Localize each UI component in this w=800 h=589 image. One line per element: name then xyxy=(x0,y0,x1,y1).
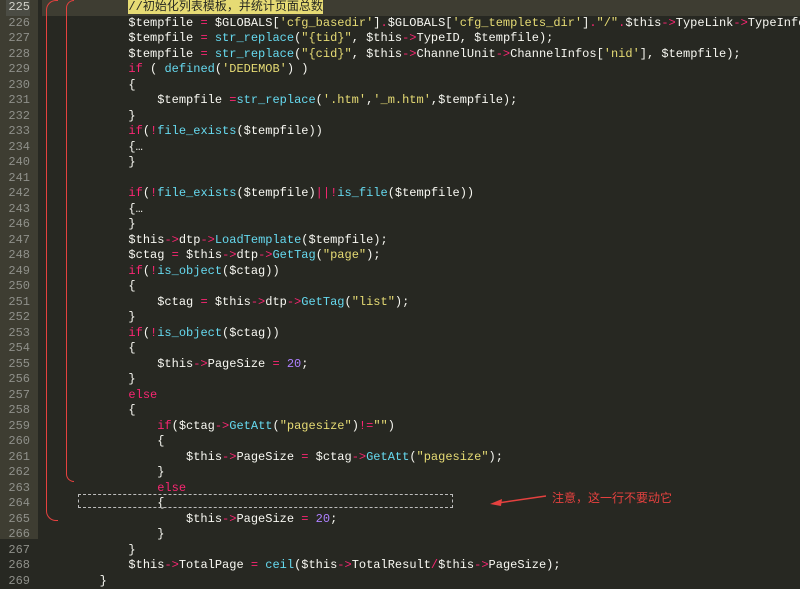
line-number-gutter: 2252262272282292302312322332342402412422… xyxy=(0,0,38,539)
line-number: 262 xyxy=(6,465,30,481)
code-line[interactable]: if(!file_exists($tempfile)||!is_file($te… xyxy=(42,186,800,202)
code-line[interactable]: } xyxy=(42,465,800,481)
line-number: 258 xyxy=(6,403,30,419)
line-number: 243 xyxy=(6,202,30,218)
code-line[interactable]: { xyxy=(42,279,800,295)
annotation-text: 注意，这一行不要动它 xyxy=(552,490,672,508)
code-line[interactable]: } xyxy=(42,543,800,559)
code-line[interactable]: { xyxy=(42,78,800,94)
code-line[interactable]: if ( defined('DEDEMOB') ) xyxy=(42,62,800,78)
line-number: 228 xyxy=(6,47,30,63)
line-number: 240 xyxy=(6,155,30,171)
line-number: 265 xyxy=(6,512,30,528)
arrow-left-icon xyxy=(490,492,546,506)
line-number: 252 xyxy=(6,310,30,326)
code-line[interactable]: $this->PageSize = 20; xyxy=(42,357,800,373)
line-number: 253 xyxy=(6,326,30,342)
code-line[interactable]: } xyxy=(42,310,800,326)
line-number: 264 xyxy=(6,496,30,512)
code-line[interactable]: $tempfile = str_replace("{tid}", $this->… xyxy=(42,31,800,47)
code-line[interactable]: $ctag = $this->dtp->GetTag("list"); xyxy=(42,295,800,311)
bracket-outline-outer xyxy=(46,0,58,521)
line-number: 242 xyxy=(6,186,30,202)
line-number: 230 xyxy=(6,78,30,94)
line-number: 229 xyxy=(6,62,30,78)
code-line[interactable]: { xyxy=(42,403,800,419)
code-line[interactable]: if(!is_object($ctag)) xyxy=(42,326,800,342)
code-line[interactable]: {… xyxy=(42,202,800,218)
code-line[interactable] xyxy=(42,171,800,187)
line-number: 260 xyxy=(6,434,30,450)
code-line[interactable]: } xyxy=(42,372,800,388)
line-number: 259 xyxy=(6,419,30,435)
line-number: 248 xyxy=(6,248,30,264)
line-number: 249 xyxy=(6,264,30,280)
code-line[interactable]: if($ctag->GetAtt("pagesize")!="") xyxy=(42,419,800,435)
line-number: 246 xyxy=(6,217,30,233)
line-number: 233 xyxy=(6,124,30,140)
code-line[interactable]: { xyxy=(42,341,800,357)
line-number: 247 xyxy=(6,233,30,249)
code-line[interactable]: $this->TotalPage = ceil($this->TotalResu… xyxy=(42,558,800,574)
code-line[interactable]: //初始化列表模板，并统计页面总数 xyxy=(42,0,800,16)
line-number: 266 xyxy=(6,527,30,543)
line-number: 269 xyxy=(6,574,30,589)
code-line[interactable]: if(!file_exists($tempfile)) xyxy=(42,124,800,140)
code-line[interactable]: } xyxy=(42,574,800,589)
code-line[interactable]: $tempfile =str_replace('.htm','_m.htm',$… xyxy=(42,93,800,109)
code-line[interactable]: $tempfile = str_replace("{cid}", $this->… xyxy=(42,47,800,63)
line-number: 226 xyxy=(6,16,30,32)
line-number: 263 xyxy=(6,481,30,497)
line-number: 231 xyxy=(6,93,30,109)
code-line[interactable]: {… xyxy=(42,140,800,156)
line-number: 225 xyxy=(6,0,30,16)
code-line[interactable]: $tempfile = $GLOBALS['cfg_basedir'].$GLO… xyxy=(42,16,800,32)
code-line[interactable]: $this->PageSize = 20; xyxy=(42,512,800,528)
line-number: 250 xyxy=(6,279,30,295)
selection-box xyxy=(78,494,453,508)
line-number: 257 xyxy=(6,388,30,404)
line-number: 261 xyxy=(6,450,30,466)
line-number: 232 xyxy=(6,109,30,125)
line-number: 256 xyxy=(6,372,30,388)
code-line[interactable]: $this->PageSize = $ctag->GetAtt("pagesiz… xyxy=(42,450,800,466)
code-line[interactable]: } xyxy=(42,155,800,171)
line-number: 254 xyxy=(6,341,30,357)
code-line[interactable]: } xyxy=(42,217,800,233)
line-number: 241 xyxy=(6,171,30,187)
code-line[interactable]: { xyxy=(42,434,800,450)
code-line[interactable]: $ctag = $this->dtp->GetTag("page"); xyxy=(42,248,800,264)
bracket-outline-inner xyxy=(66,0,74,482)
code-line[interactable]: else xyxy=(42,388,800,404)
code-area[interactable]: //初始化列表模板，并统计页面总数 $tempfile = $GLOBALS['… xyxy=(38,0,800,539)
line-number: 234 xyxy=(6,140,30,156)
line-number: 268 xyxy=(6,558,30,574)
line-number: 251 xyxy=(6,295,30,311)
line-number: 267 xyxy=(6,543,30,559)
line-number: 227 xyxy=(6,31,30,47)
code-editor[interactable]: 2252262272282292302312322332342402412422… xyxy=(0,0,800,539)
annotation-note: 注意，这一行不要动它 xyxy=(490,490,672,508)
code-line[interactable]: $this->dtp->LoadTemplate($tempfile); xyxy=(42,233,800,249)
code-line[interactable]: } xyxy=(42,527,800,543)
code-line[interactable]: } xyxy=(42,109,800,125)
line-number: 255 xyxy=(6,357,30,373)
code-line[interactable]: if(!is_object($ctag)) xyxy=(42,264,800,280)
